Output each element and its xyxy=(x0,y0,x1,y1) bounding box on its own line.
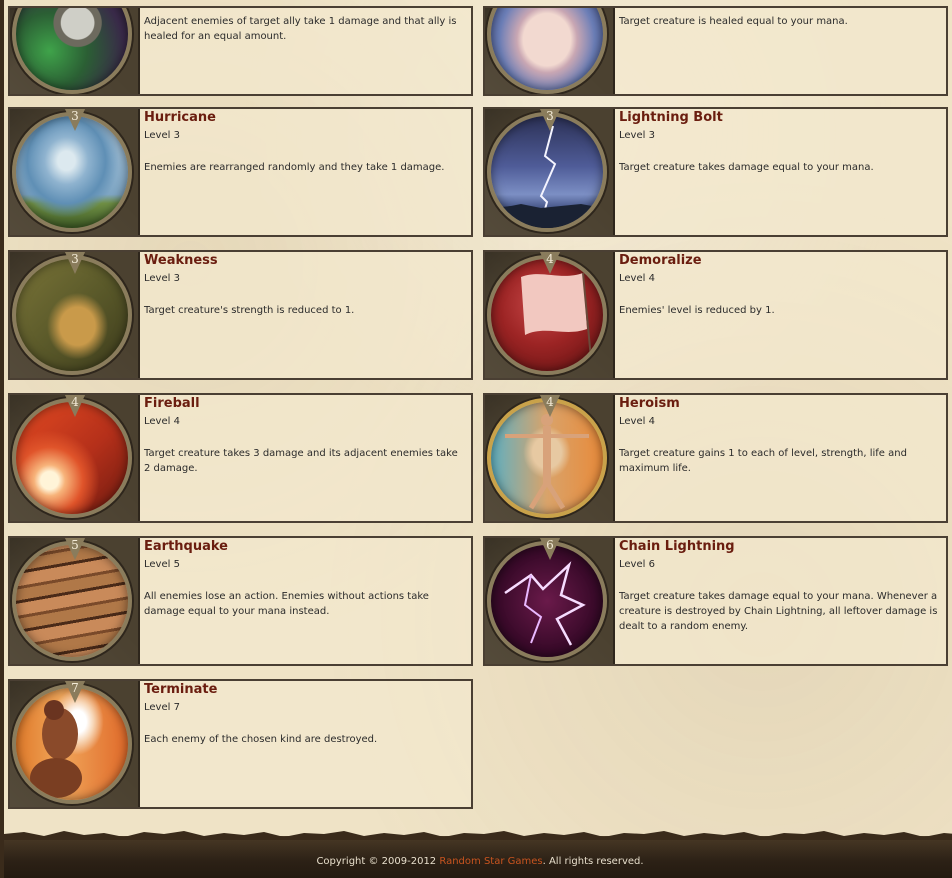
spell-description: Target creature takes damage equal to yo… xyxy=(619,162,874,173)
chain-lightning-icon xyxy=(487,541,607,661)
spell-card-chain-lightning: 6 Chain Lightning Level 6 Target creatur… xyxy=(483,536,948,666)
footer: Copyright © 2009-2012 Random Star Games.… xyxy=(4,831,952,878)
white-flag-icon xyxy=(487,255,607,375)
spell-card-lightning-bolt: 3 Lightning Bolt Level 3 Target creature… xyxy=(483,107,948,237)
spell-level: Level 6 xyxy=(619,559,655,570)
spell-name[interactable]: Lightning Bolt xyxy=(619,110,723,125)
spell-level: Level 4 xyxy=(619,416,655,427)
spell-frame: 3 xyxy=(10,109,140,235)
spell-frame: 7 xyxy=(10,681,140,807)
spell-card-terminate: 7 Terminate Level 7 Each enemy of the ch… xyxy=(8,679,473,809)
spell-level: Level 5 xyxy=(144,559,180,570)
spell-card-weakness: 3 Weakness Level 3 Target creature's str… xyxy=(8,250,473,380)
terminate-icon xyxy=(12,684,132,804)
spell-card: Target creature is healed equal to your … xyxy=(483,6,948,96)
spell-description: Enemies' level is reduced by 1. xyxy=(619,305,775,316)
spell-list-page: Adjacent enemies of target ally take 1 d… xyxy=(0,0,952,878)
copyright-text: Copyright © 2009-2012 xyxy=(316,856,437,867)
spell-frame xyxy=(10,8,140,94)
spell-card-earthquake: 5 Earthquake Level 5 All enemies lose an… xyxy=(8,536,473,666)
torn-edge xyxy=(4,831,952,840)
spell-card-fireball: 4 Fireball Level 4 Target creature takes… xyxy=(8,393,473,523)
hero-figure-icon xyxy=(487,398,607,518)
spell-level: Level 4 xyxy=(144,416,180,427)
spell-name[interactable]: Earthquake xyxy=(144,539,228,554)
hero-figure-shape xyxy=(505,414,589,510)
spell-name[interactable]: Heroism xyxy=(619,396,680,411)
spell-description: Target creature takes 3 damage and its a… xyxy=(144,448,458,474)
spell-description: Enemies are rearranged randomly and they… xyxy=(144,162,445,173)
spell-frame: 4 xyxy=(10,395,140,521)
spell-description: Target creature is healed equal to your … xyxy=(619,16,848,27)
healing-face-icon xyxy=(487,8,607,94)
spell-frame: 6 xyxy=(485,538,615,664)
spell-name[interactable]: Terminate xyxy=(144,682,217,697)
company-link[interactable]: Random Star Games xyxy=(439,856,542,867)
spell-frame: 5 xyxy=(10,538,140,664)
terminate-figure-shape xyxy=(30,700,82,798)
fireball-icon xyxy=(12,398,132,518)
spell-level: Level 4 xyxy=(619,273,655,284)
spell-name[interactable]: Chain Lightning xyxy=(619,539,735,554)
spell-name[interactable]: Hurricane xyxy=(144,110,216,125)
spell-level: Level 3 xyxy=(619,130,655,141)
spell-description: Target creature's strength is reduced to… xyxy=(144,305,355,316)
spell-description: Each enemy of the chosen kind are destro… xyxy=(144,734,378,745)
spell-level: Level 7 xyxy=(144,702,180,713)
spell-frame: 3 xyxy=(10,252,140,378)
chain-lightning-shape xyxy=(504,561,586,646)
lightning-bolt-icon xyxy=(487,112,607,232)
rights-text: . All rights reserved. xyxy=(542,856,644,867)
spell-card: Adjacent enemies of target ally take 1 d… xyxy=(8,6,473,96)
spell-frame: 3 xyxy=(485,109,615,235)
hurricane-icon xyxy=(12,112,132,232)
spell-name[interactable]: Fireball xyxy=(144,396,200,411)
earthquake-icon xyxy=(12,541,132,661)
weak-arm-icon xyxy=(12,255,132,375)
footer-text: Copyright © 2009-2012 Random Star Games.… xyxy=(4,856,952,867)
lightning-bolt-shape xyxy=(491,125,603,228)
spell-level: Level 3 xyxy=(144,130,180,141)
spell-card-hurricane: 3 Hurricane Level 3 Enemies are rearrang… xyxy=(8,107,473,237)
flag-shape xyxy=(521,272,592,360)
spell-card-heroism: 4 Heroism Level 4 Target creature gains … xyxy=(483,393,948,523)
spell-level: Level 3 xyxy=(144,273,180,284)
spell-description: Adjacent enemies of target ally take 1 d… xyxy=(144,16,457,42)
spell-name[interactable]: Demoralize xyxy=(619,253,702,268)
skull-icon xyxy=(12,8,132,94)
spell-frame: 4 xyxy=(485,395,615,521)
spell-frame xyxy=(485,8,615,94)
spell-card-demoralize: 4 Demoralize Level 4 Enemies' level is r… xyxy=(483,250,948,380)
spell-name[interactable]: Weakness xyxy=(144,253,218,268)
spell-description: Target creature takes damage equal to yo… xyxy=(619,591,938,632)
spell-description: Target creature gains 1 to each of level… xyxy=(619,448,907,474)
spell-description: All enemies lose an action. Enemies with… xyxy=(144,591,429,617)
spell-frame: 4 xyxy=(485,252,615,378)
